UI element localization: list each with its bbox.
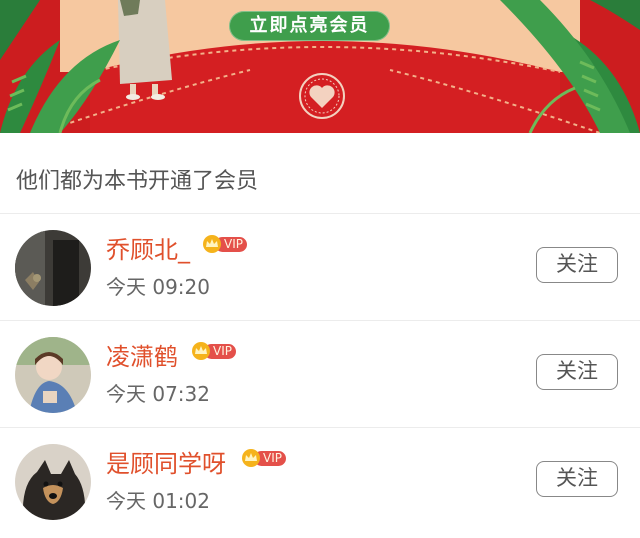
avatar[interactable]: [15, 230, 91, 306]
avatar[interactable]: [15, 444, 91, 520]
crown-icon: [203, 235, 221, 253]
section-title: 他们都为本书开通了会员: [16, 169, 259, 194]
crown-icon: [192, 342, 210, 360]
member-time: 今天 07:32: [106, 382, 210, 406]
avatar[interactable]: [15, 337, 91, 413]
member-name[interactable]: 乔顾北_: [106, 234, 190, 266]
follow-button[interactable]: 关注: [536, 461, 618, 497]
membership-banner[interactable]: 立即点亮会员: [0, 0, 640, 133]
activate-membership-button[interactable]: 立即点亮会员: [229, 11, 390, 41]
follow-button[interactable]: 关注: [536, 247, 618, 283]
member-row[interactable]: 凌潇鹤 VIP 今天 07:32 关注: [0, 321, 640, 427]
member-row[interactable]: 乔顾北_ VIP 今天 09:20 关注: [0, 214, 640, 320]
member-time: 今天 09:20: [106, 275, 210, 299]
member-name[interactable]: 是顾同学呀: [106, 448, 226, 480]
member-time: 今天 01:02: [106, 489, 210, 513]
crown-icon: [242, 449, 260, 467]
member-name[interactable]: 凌潇鹤: [106, 341, 178, 373]
follow-button[interactable]: 关注: [536, 354, 618, 390]
member-row[interactable]: 是顾同学呀 VIP 今天 01:02 关注: [0, 428, 640, 534]
